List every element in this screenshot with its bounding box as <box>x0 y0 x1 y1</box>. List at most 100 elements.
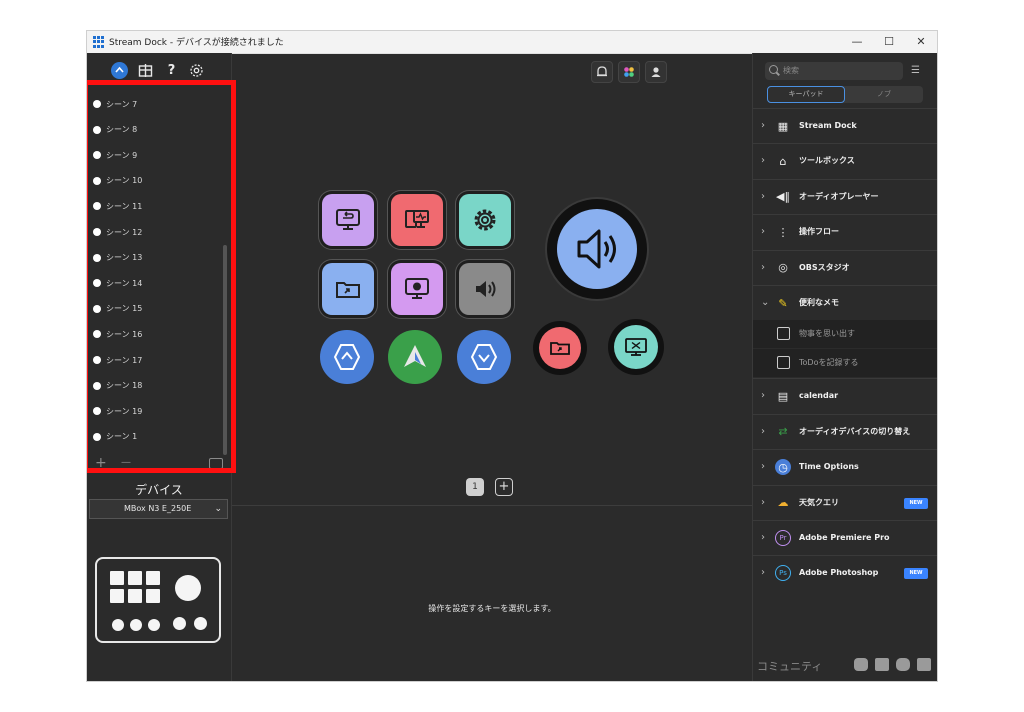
scene-radio-icon[interactable] <box>93 432 101 441</box>
scene-item[interactable]: シーン 15 <box>93 302 142 316</box>
chevron-right-icon[interactable]: › <box>761 180 765 214</box>
scene-radio-icon[interactable] <box>93 356 101 364</box>
minimize-button[interactable]: — <box>843 33 871 51</box>
scene-radio-icon[interactable] <box>93 228 101 236</box>
add-scene-button[interactable]: + <box>95 456 107 470</box>
plugin-category[interactable]: › ◀‖ オーディオプレーヤー <box>753 178 937 214</box>
tab-knob[interactable]: ノブ <box>845 86 923 103</box>
chevron-right-icon[interactable]: › <box>761 486 765 520</box>
facebook-icon[interactable] <box>875 658 889 671</box>
chevron-right-icon[interactable]: › <box>761 251 765 285</box>
scene-radio-icon[interactable] <box>93 407 101 416</box>
scene-item[interactable]: シーン 13 <box>93 251 142 265</box>
maximize-button[interactable]: ☐ <box>875 33 903 51</box>
plugin-action-item[interactable]: ToDoを記録する <box>753 348 937 377</box>
scene-item[interactable]: シーン 10 <box>93 174 142 188</box>
plugin-category[interactable]: › ⋮ 操作フロー <box>753 214 937 249</box>
settings-key[interactable] <box>459 194 511 246</box>
plugin-category-label: Adobe Photoshop <box>799 568 879 578</box>
chevron-right-icon[interactable]: › <box>761 109 765 143</box>
scene-item[interactable]: シーン 19 <box>93 404 142 418</box>
plugin-category[interactable]: › Pr Adobe Premiere Pro <box>753 520 937 555</box>
chevron-right-icon[interactable]: › <box>761 521 765 555</box>
scene-radio-icon[interactable] <box>93 381 101 390</box>
chevron-right-icon[interactable]: › <box>761 450 765 484</box>
fullscreen-round-key[interactable] <box>608 319 664 375</box>
home-logo-key[interactable] <box>388 330 442 384</box>
scene-item[interactable]: シーン 9 <box>93 148 137 162</box>
scene-item[interactable]: シーン 7 <box>93 97 137 111</box>
scene-item[interactable]: シーン 11 <box>93 199 142 213</box>
chevron-right-icon[interactable]: › <box>761 215 765 249</box>
scene-item[interactable]: シーン 14 <box>93 276 142 290</box>
mail-icon[interactable] <box>917 658 931 671</box>
list-view-icon[interactable]: ☰ <box>911 65 920 76</box>
folder-open-icon <box>550 342 570 355</box>
display-key[interactable] <box>391 263 443 315</box>
plugin-category[interactable]: › ▦ Stream Dock <box>753 108 937 143</box>
page-1-button[interactable]: 1 <box>466 478 484 496</box>
fullscreen-icon <box>625 338 647 356</box>
store-icon[interactable] <box>137 62 154 79</box>
monitor-key[interactable] <box>391 194 443 246</box>
scene-item[interactable]: シーン 1 <box>93 430 137 444</box>
scene-item[interactable]: シーン 8 <box>93 123 137 137</box>
scene-radio-icon[interactable] <box>93 279 101 288</box>
folder-open-icon <box>336 282 360 298</box>
volume-key[interactable] <box>459 263 511 315</box>
chat-icon[interactable] <box>896 658 910 671</box>
plugin-category[interactable]: › Ps Adobe Photoshop NEW <box>753 555 937 590</box>
user-icon[interactable] <box>645 61 667 83</box>
scene-radio-icon[interactable] <box>93 125 101 134</box>
folder-round-key[interactable] <box>533 321 587 375</box>
remove-scene-button[interactable]: — <box>121 456 131 470</box>
close-button[interactable]: ✕ <box>907 33 935 51</box>
discord-icon[interactable] <box>854 658 868 671</box>
scene-radio-icon[interactable] <box>93 253 101 262</box>
plugin-category-label: Time Options <box>799 462 859 472</box>
scene-list-scrollbar[interactable] <box>223 245 227 455</box>
chevron-right-icon[interactable]: › <box>761 379 765 413</box>
chevron-down-icon[interactable]: ⌄ <box>761 286 769 320</box>
scene-radio-icon[interactable] <box>93 202 101 211</box>
page-down-key[interactable] <box>457 330 511 384</box>
device-select[interactable]: MBox N3 E_250E ⌄ <box>89 499 228 519</box>
plugin-category[interactable]: › ⇄ オーディオデバイスの切り替え <box>753 413 937 449</box>
weather-icon: ☁ <box>777 496 789 510</box>
app-home-icon[interactable] <box>111 62 128 79</box>
knob-volume-key[interactable] <box>547 199 647 299</box>
scene-radio-icon[interactable] <box>93 304 101 313</box>
scene-radio-icon[interactable] <box>93 330 101 339</box>
bell-icon[interactable] <box>591 61 613 83</box>
scene-radio-icon[interactable] <box>93 176 101 185</box>
plugin-category[interactable]: ⌄ ✎ 便利なメモ <box>753 285 937 320</box>
tab-keypad[interactable]: キーパッド <box>767 86 845 103</box>
scene-item[interactable]: シーン 17 <box>93 353 142 367</box>
scene-settings-icon[interactable] <box>209 458 223 469</box>
plugin-category[interactable]: › ▤ calendar <box>753 378 937 413</box>
plugin-action-item[interactable]: 物事を思い出す <box>753 320 937 349</box>
chevron-right-icon[interactable]: › <box>761 144 765 178</box>
page-up-key[interactable] <box>320 330 374 384</box>
add-page-button[interactable]: + <box>495 478 513 496</box>
chevron-right-icon[interactable]: › <box>761 556 765 590</box>
plugin-category[interactable]: › ◎ OBSスタジオ <box>753 249 937 285</box>
scene-item[interactable]: シーン 12 <box>93 225 142 239</box>
device-button-shape <box>130 619 142 631</box>
scene-item[interactable]: シーン 16 <box>93 327 142 341</box>
search-input[interactable]: 検索 <box>765 62 903 80</box>
plugins-icon[interactable] <box>618 61 640 83</box>
chevron-right-icon[interactable]: › <box>761 415 765 449</box>
scene-radio-icon[interactable] <box>93 100 101 108</box>
plugin-category[interactable]: › ⌂ ツールボックス <box>753 143 937 178</box>
plugin-category[interactable]: › ◷ Time Options <box>753 449 937 484</box>
settings-icon[interactable] <box>188 62 205 79</box>
help-icon[interactable]: ? <box>163 62 180 79</box>
folder-open-key[interactable] <box>322 263 374 315</box>
plugin-category[interactable]: › ☁ 天気クエリ NEW <box>753 484 937 520</box>
audio-player-icon: ◀‖ <box>776 190 790 204</box>
community-label[interactable]: コミュニティ <box>757 658 822 674</box>
screen-return-key[interactable] <box>322 194 374 246</box>
scene-radio-icon[interactable] <box>93 151 101 160</box>
scene-item[interactable]: シーン 18 <box>93 379 142 393</box>
